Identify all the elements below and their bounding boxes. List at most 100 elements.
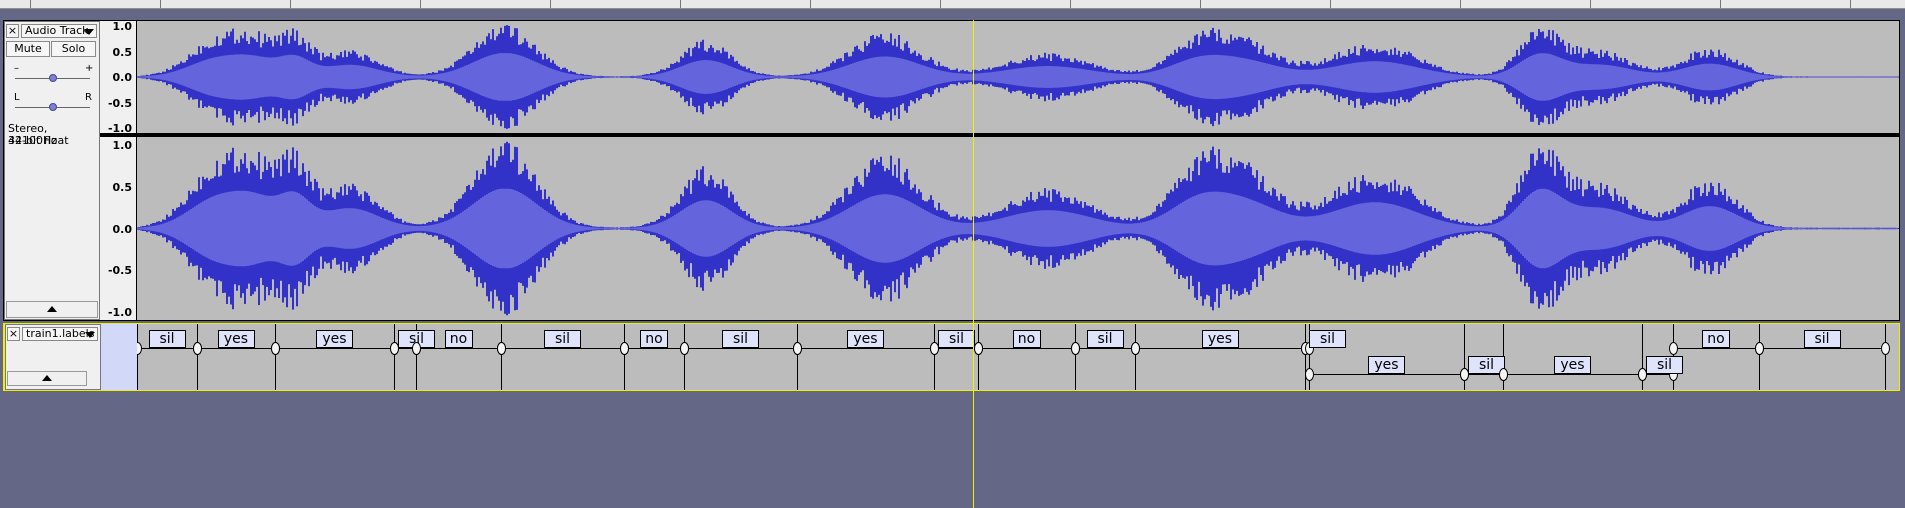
label-span-line <box>1507 374 1638 375</box>
label-boundary-line <box>137 324 138 390</box>
ruler-tick <box>1460 0 1461 8</box>
label-track-selection-area[interactable] <box>101 324 137 390</box>
waveform-rms-path <box>137 188 1898 269</box>
waveform-svg <box>137 141 1899 316</box>
label-span-line <box>688 348 793 349</box>
label-track-close-button[interactable]: × <box>7 327 20 341</box>
ruler-tick <box>810 0 811 8</box>
vertical-ruler-right-channel[interactable]: 1.0 0.5 0.0 -0.5 -1.0 <box>100 137 136 320</box>
ruler-tick <box>940 0 941 8</box>
ruler-tick <box>1200 0 1201 8</box>
label-text-box[interactable]: yes <box>217 330 255 348</box>
mute-button[interactable]: Mute <box>6 41 50 57</box>
label-start-handle[interactable] <box>1131 342 1140 355</box>
label-boundary-line <box>1885 324 1886 390</box>
label-text-box[interactable]: yes <box>1201 330 1239 348</box>
label-text-box[interactable]: no <box>1012 330 1041 348</box>
label-boundary-line <box>978 324 979 390</box>
label-span-line <box>1313 374 1460 375</box>
waveform-left-channel[interactable] <box>137 21 1899 133</box>
label-text-box[interactable]: yes <box>1554 356 1591 374</box>
gain-max-label: + <box>85 63 94 74</box>
label-boundary-line <box>501 324 502 390</box>
label-text-box[interactable]: yes <box>1368 356 1405 374</box>
waveform-rms-path <box>137 53 1898 101</box>
label-boundary-line <box>275 324 276 390</box>
label-start-handle[interactable] <box>1669 342 1678 355</box>
label-span-line <box>982 348 1071 349</box>
label-start-handle[interactable] <box>680 342 689 355</box>
waveform-right-channel[interactable] <box>137 137 1899 320</box>
label-span-line <box>201 348 271 349</box>
label-track-area[interactable]: sil yes yes sil no sil no sil yes sil no sil yes sil y… <box>137 324 1899 390</box>
label-track-name-menu[interactable]: train1.labels <box>22 327 98 341</box>
ruler-tick <box>550 0 551 8</box>
pan-slider-thumb[interactable] <box>49 103 57 111</box>
dropdown-arrow-icon <box>84 29 94 35</box>
label-text-box[interactable]: sil <box>1309 330 1346 348</box>
scale-tick-label: -1.0 <box>107 306 132 319</box>
audio-track-close-button[interactable]: × <box>6 24 19 38</box>
vertical-ruler-left-channel[interactable]: 1.0 0.5 0.0 -0.5 -1.0 <box>100 21 136 134</box>
label-text-box[interactable]: sil <box>1803 330 1841 348</box>
solo-button[interactable]: Solo <box>51 41 96 57</box>
label-start-handle[interactable] <box>974 342 983 355</box>
audio-track-collapse-button[interactable] <box>6 301 98 318</box>
label-text-box[interactable]: no <box>444 330 473 348</box>
label-text-box[interactable]: yes <box>847 330 884 348</box>
ruler-tick <box>680 0 681 8</box>
ruler-tick <box>1850 0 1851 8</box>
label-span-line <box>420 348 497 349</box>
label-span-line <box>628 348 680 349</box>
collapse-arrow-icon <box>47 306 57 312</box>
gain-slider-thumb[interactable] <box>49 74 57 82</box>
label-start-handle[interactable] <box>1305 368 1314 381</box>
label-boundary-line <box>934 324 935 390</box>
label-start-handle[interactable] <box>793 342 802 355</box>
label-text-box[interactable]: no <box>1702 330 1730 348</box>
label-start-handle[interactable] <box>620 342 629 355</box>
label-span-line <box>1646 374 1669 375</box>
label-start-handle[interactable] <box>1755 342 1764 355</box>
label-text-box[interactable]: yes <box>316 330 353 348</box>
label-text-box[interactable]: sil <box>148 330 186 348</box>
label-span-line <box>938 348 974 349</box>
pan-right-label: R <box>85 92 92 103</box>
audio-track-name-menu[interactable]: Audio Track <box>21 24 97 38</box>
label-boundary-line <box>1135 324 1136 390</box>
label-text-box[interactable]: sil <box>938 330 975 348</box>
label-start-handle[interactable] <box>412 342 421 355</box>
label-span-line <box>398 348 412 349</box>
label-start-handle[interactable] <box>137 342 142 355</box>
scale-tick-label: -0.5 <box>107 264 132 278</box>
label-text-box[interactable]: no <box>640 330 668 348</box>
label-end-handle[interactable] <box>1881 342 1890 355</box>
timeline-ruler[interactable] <box>0 0 1905 9</box>
scale-tick-label: 0.5 <box>112 45 133 59</box>
scale-tick-label: -0.5 <box>107 96 132 110</box>
ruler-tick <box>1590 0 1591 8</box>
label-track-collapse-button[interactable] <box>7 371 87 386</box>
playback-cursor <box>973 20 974 508</box>
waveform-svg <box>137 25 1899 129</box>
label-boundary-line <box>197 324 198 390</box>
label-text-box[interactable]: sil <box>1646 356 1683 374</box>
ruler-tick <box>1720 0 1721 8</box>
label-start-handle[interactable] <box>1499 368 1508 381</box>
label-text-box[interactable]: sil <box>722 330 759 348</box>
ruler-tick <box>1070 0 1071 8</box>
label-start-handle[interactable] <box>271 342 280 355</box>
label-span-line <box>1763 348 1881 349</box>
scale-tick-label: 1.0 <box>112 139 133 152</box>
label-span-line <box>801 348 930 349</box>
label-text-box[interactable]: sil <box>544 330 581 348</box>
label-text-box[interactable]: sil <box>1086 330 1124 348</box>
label-start-handle[interactable] <box>497 342 506 355</box>
label-start-handle[interactable] <box>1071 342 1080 355</box>
label-start-handle[interactable] <box>193 342 202 355</box>
label-span-line <box>1468 374 1499 375</box>
label-span-line <box>1677 348 1755 349</box>
gain-min-label: – <box>14 63 19 74</box>
label-span-line <box>1079 348 1131 349</box>
label-boundary-line <box>1759 324 1760 390</box>
